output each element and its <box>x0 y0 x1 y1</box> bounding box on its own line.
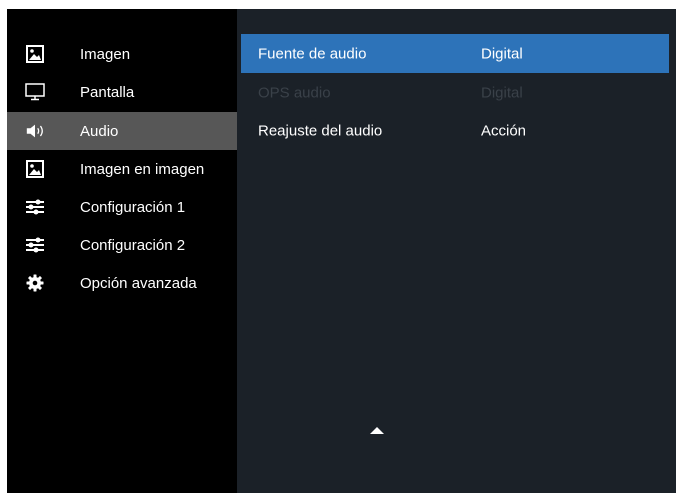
setting-row-fuente-de-audio[interactable]: Fuente de audio Digital <box>241 34 669 73</box>
sidebar-item-pantalla[interactable]: Pantalla <box>7 73 237 111</box>
setting-label: Reajuste del audio <box>258 122 383 139</box>
sliders-icon <box>25 235 45 255</box>
picture-icon <box>25 44 45 64</box>
osd-menu-window: Imagen Pantalla Audio Imagen en imagen C… <box>7 9 676 493</box>
gear-icon <box>25 273 45 293</box>
sidebar-item-label: Opción avanzada <box>80 274 197 292</box>
sidebar-item-label: Pantalla <box>80 83 135 101</box>
setting-label: OPS audio <box>258 84 331 101</box>
speaker-icon <box>25 121 45 141</box>
setting-row-reajuste-del-audio[interactable]: Reajuste del audio Acción <box>241 111 669 150</box>
audio-settings-panel: Fuente de audio Digital OPS audio Digita… <box>237 9 676 493</box>
monitor-icon <box>25 82 45 102</box>
sidebar-menu: Imagen Pantalla Audio Imagen en imagen C… <box>7 9 237 493</box>
sidebar-item-label: Imagen <box>80 45 131 63</box>
sidebar-item-imagen[interactable]: Imagen <box>7 35 237 73</box>
setting-value: Acción <box>481 122 527 139</box>
sliders-icon <box>25 197 45 217</box>
sidebar-item-imagen-en-imagen[interactable]: Imagen en imagen <box>7 150 237 188</box>
sidebar-item-audio[interactable]: Audio <box>7 112 237 150</box>
setting-label: Fuente de audio <box>258 45 367 62</box>
setting-row-ops-audio: OPS audio Digital <box>241 73 669 112</box>
sidebar-item-configuracion-2[interactable]: Configuración 2 <box>7 226 237 264</box>
sidebar-item-label: Imagen en imagen <box>80 160 205 178</box>
sidebar-item-opcion-avanzada[interactable]: Opción avanzada <box>7 264 237 302</box>
sidebar-item-label: Audio <box>80 122 119 140</box>
setting-value: Digital <box>481 45 523 62</box>
sidebar-item-label: Configuración 2 <box>80 236 186 254</box>
picture-in-picture-icon <box>25 159 45 179</box>
sidebar-item-configuracion-1[interactable]: Configuración 1 <box>7 188 237 226</box>
scroll-up-arrow-icon[interactable] <box>370 427 384 434</box>
setting-value: Digital <box>481 84 523 101</box>
sidebar-item-label: Configuración 1 <box>80 198 186 216</box>
